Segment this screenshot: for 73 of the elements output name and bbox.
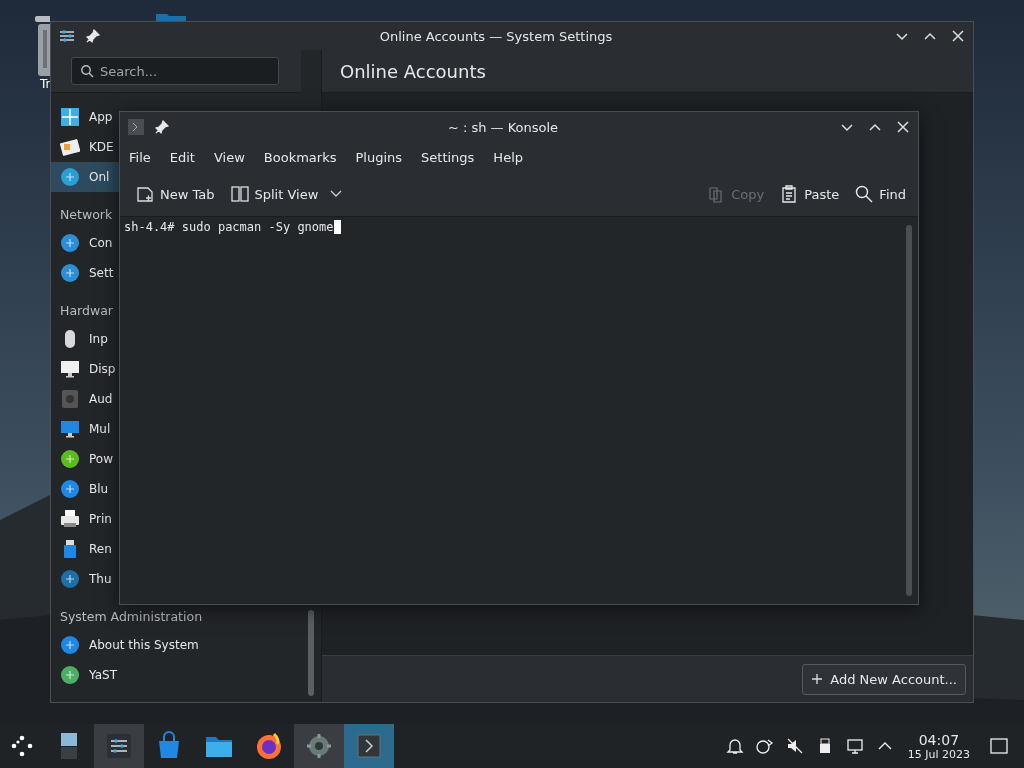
speaker-icon bbox=[60, 389, 80, 409]
sidebar-item[interactable]: Blu bbox=[51, 474, 119, 504]
window-title: ~ : sh — Konsole bbox=[446, 119, 560, 135]
new-tab-button[interactable]: New Tab bbox=[130, 181, 221, 207]
monitor-icon bbox=[60, 359, 80, 379]
page-title: Online Accounts bbox=[340, 60, 486, 82]
pin-icon[interactable] bbox=[85, 28, 101, 44]
menu-item[interactable]: Edit bbox=[169, 149, 195, 165]
menu-item[interactable]: Plugins bbox=[355, 149, 403, 165]
window-title: Online Accounts — System Settings bbox=[378, 28, 614, 44]
category-header: Network bbox=[59, 206, 113, 224]
new-tab-icon bbox=[136, 185, 154, 203]
clipboard-icon bbox=[780, 185, 799, 203]
terminal-icon bbox=[128, 119, 144, 135]
sidebar-item[interactable]: Con bbox=[51, 228, 119, 258]
menu-item[interactable]: File bbox=[129, 149, 151, 165]
search-icon bbox=[80, 64, 94, 78]
printer-icon bbox=[60, 509, 80, 529]
sidebar-item[interactable]: YaST bbox=[51, 660, 301, 690]
chevron-down-icon[interactable] bbox=[330, 190, 343, 198]
sliders-icon bbox=[104, 731, 134, 761]
grid-icon bbox=[60, 107, 80, 127]
terminal-icon bbox=[354, 731, 384, 761]
category-header: Hardwar bbox=[59, 302, 113, 320]
sliders-icon bbox=[59, 28, 75, 44]
pin-icon[interactable] bbox=[154, 119, 170, 135]
scrollbar[interactable] bbox=[906, 225, 912, 596]
network-icon[interactable] bbox=[755, 737, 774, 755]
add-account-button[interactable]: Add New Account... bbox=[802, 663, 966, 695]
clock-time: 04:07 bbox=[918, 731, 960, 748]
taskbar-button[interactable] bbox=[94, 724, 144, 768]
search-field[interactable]: Search... bbox=[71, 57, 279, 85]
plus-icon bbox=[811, 673, 824, 685]
split-view-icon bbox=[230, 185, 249, 203]
bell-icon[interactable] bbox=[725, 737, 744, 755]
clock[interactable]: 04:07 15 Jul 2023 bbox=[907, 731, 970, 761]
monitor-icon[interactable] bbox=[845, 737, 864, 755]
sidebar-item[interactable]: Thu bbox=[51, 564, 119, 594]
monitor-icon bbox=[60, 419, 80, 439]
paste-button[interactable]: Paste bbox=[774, 181, 846, 207]
trash-label: Tr bbox=[40, 77, 51, 91]
close-icon[interactable] bbox=[951, 29, 965, 43]
category-header: System Administration bbox=[59, 608, 203, 626]
find-button[interactable]: Find bbox=[849, 181, 912, 207]
sidebar-item[interactable]: KDE bbox=[51, 132, 119, 162]
menu-item[interactable]: Bookmarks bbox=[263, 149, 337, 165]
gear-icon bbox=[304, 731, 334, 761]
text-cursor bbox=[333, 220, 341, 234]
clock-date: 15 Jul 2023 bbox=[907, 747, 970, 761]
sidebar-item[interactable]: Onl bbox=[51, 162, 119, 192]
sidebar-item[interactable]: App bbox=[51, 102, 119, 132]
speaker-muted-icon[interactable] bbox=[785, 737, 804, 755]
sidebar-item[interactable]: Sett bbox=[51, 258, 119, 288]
sidebar-item[interactable]: Ren bbox=[51, 534, 119, 564]
menu-item[interactable]: Help bbox=[493, 149, 523, 165]
sidebar-item[interactable]: Mul bbox=[51, 414, 119, 444]
search-icon bbox=[855, 185, 874, 203]
sidebar-item[interactable]: Pow bbox=[51, 444, 119, 474]
sidebar-item[interactable]: Aud bbox=[51, 384, 119, 414]
show-desktop-icon[interactable] bbox=[990, 737, 1008, 755]
sidebar-item[interactable]: Disp bbox=[51, 354, 119, 384]
sidebar-item[interactable]: About this System bbox=[51, 630, 301, 660]
terminal-line: sh-4.4# sudo pacman -Sy gnome bbox=[124, 220, 334, 235]
menu-item[interactable]: View bbox=[213, 149, 245, 165]
id-card-icon bbox=[60, 137, 80, 157]
browser-icon bbox=[254, 731, 284, 761]
app-launcher-icon[interactable] bbox=[10, 734, 34, 758]
scrollbar-thumb[interactable] bbox=[308, 610, 314, 696]
sidebar-item[interactable]: Inp bbox=[51, 324, 119, 354]
sidebar-item[interactable]: Prin bbox=[51, 504, 119, 534]
menu-item[interactable]: Settings bbox=[421, 149, 475, 165]
split-view-button[interactable]: Split View bbox=[224, 181, 325, 207]
close-icon[interactable] bbox=[896, 120, 910, 134]
